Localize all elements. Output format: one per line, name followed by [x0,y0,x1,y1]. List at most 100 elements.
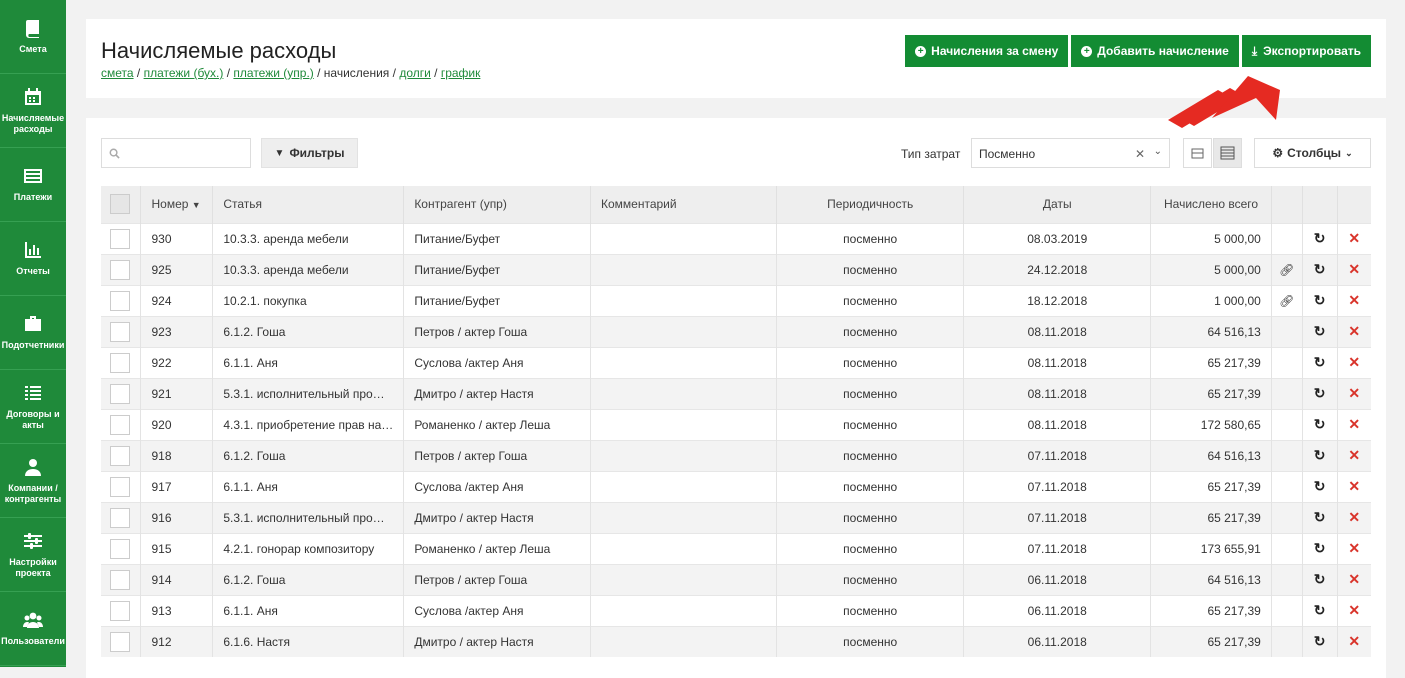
delete-icon[interactable]: ✕ [1348,416,1360,432]
table-row[interactable]: 912 6.1.6. Настя Дмитро / актер Настя посме… [101,625,1371,657]
refresh-icon[interactable]: ↻ [1314,354,1326,370]
col-number[interactable]: Номер ▼ [140,186,214,223]
breadcrumb-payments-buh[interactable]: платежи (бух.) [144,66,224,80]
col-comment[interactable]: Комментарий [590,186,778,223]
row-checkbox[interactable] [110,507,130,528]
breadcrumb-smeta[interactable]: смета [101,66,134,80]
list-view-button[interactable] [1213,138,1242,168]
delete-icon[interactable]: ✕ [1348,478,1360,494]
row-checkbox[interactable] [110,445,130,466]
table-row[interactable]: 917 6.1.1. Аня Суслова /актер Аня посменно 0… [101,470,1371,502]
cell-total: 64 516,13 [1150,563,1272,595]
col-total[interactable]: Начислено всего [1150,186,1272,223]
add-accrual-button[interactable]: + Добавить начисление [1071,35,1239,67]
link-icon[interactable]: 🔗︎ [1279,263,1294,277]
cell-link [1271,594,1303,626]
row-checkbox[interactable] [110,538,130,559]
refresh-icon[interactable]: ↻ [1314,230,1326,246]
cell-article: 6.1.2. Гоша [212,439,405,471]
sidebar-item-5[interactable]: Договоры и акты [0,370,66,444]
sidebar-item-7[interactable]: Настройки проекта [0,518,66,592]
sidebar-item-2[interactable]: Платежи [0,148,66,222]
sidebar-item-1[interactable]: Начисляемые расходы [0,74,66,148]
delete-icon[interactable]: ✕ [1348,602,1360,618]
table-row[interactable]: 922 6.1.1. Аня Суслова /актер Аня посменно 0… [101,346,1371,378]
table-row[interactable]: 920 4.3.1. приобретение прав на… Романенко… [101,408,1371,440]
refresh-icon[interactable]: ↻ [1314,385,1326,401]
col-dates[interactable]: Даты [963,186,1152,223]
select-all-checkbox[interactable] [110,194,130,215]
table-row[interactable]: 924 10.2.1. покупка Питание/Буфет посменно 1… [101,284,1371,316]
col-periodicity[interactable]: Периодичность [776,186,965,223]
refresh-icon[interactable]: ↻ [1314,292,1326,308]
refresh-icon[interactable]: ↻ [1314,571,1326,587]
sidebar-item-3[interactable]: Отчеты [0,222,66,296]
delete-icon[interactable]: ✕ [1348,292,1360,308]
sidebar-item-0[interactable]: Смета [0,0,66,74]
filters-button[interactable]: ▼ Фильтры [261,138,358,168]
delete-icon[interactable]: ✕ [1348,571,1360,587]
clear-icon[interactable]: ✕ [1135,147,1145,161]
row-checkbox[interactable] [110,321,130,342]
refresh-icon[interactable]: ↻ [1314,416,1326,432]
breadcrumb-payments-upr[interactable]: платежи (упр.) [233,66,313,80]
row-checkbox[interactable] [110,352,130,373]
row-checkbox[interactable] [110,383,130,404]
row-select-cell [101,501,142,533]
cell-link: 🔗︎ [1271,253,1303,285]
cost-type-select[interactable]: Посменно ✕ ⌄ [971,138,1170,168]
cell-total: 64 516,13 [1150,315,1272,347]
sidebar-item-8[interactable]: Пользователи [0,592,66,666]
table-row[interactable]: 925 10.3.3. аренда мебели Питание/Буфет пос… [101,253,1371,285]
table-row[interactable]: 923 6.1.2. Гоша Петров / актер Гоша посменн… [101,315,1371,347]
delete-icon[interactable]: ✕ [1348,261,1360,277]
delete-icon[interactable]: ✕ [1348,447,1360,463]
row-checkbox[interactable] [110,569,130,590]
cell-dates: 08.11.2018 [963,346,1152,378]
refresh-icon[interactable]: ↻ [1314,509,1326,525]
refresh-icon[interactable]: ↻ [1314,261,1326,277]
search-input[interactable] [101,138,251,168]
col-article[interactable]: Статья [212,186,405,223]
table-row[interactable]: 921 5.3.1. исполнительный про… Дмитро / ак… [101,377,1371,409]
breadcrumb-schedule[interactable]: график [441,66,481,80]
sidebar-item-4[interactable]: Подотчетники [0,296,66,370]
row-checkbox[interactable] [110,600,130,621]
refresh-icon[interactable]: ↻ [1314,447,1326,463]
table-row[interactable]: 913 6.1.1. Аня Суслова /актер Аня посменно 0… [101,594,1371,626]
shift-accruals-button[interactable]: + Начисления за смену [905,35,1069,67]
col-contractor[interactable]: Контрагент (упр) [403,186,591,223]
refresh-icon[interactable]: ↻ [1314,633,1326,649]
delete-icon[interactable]: ✕ [1348,509,1360,525]
delete-icon[interactable]: ✕ [1348,633,1360,649]
sidebar-item-6[interactable]: Компании / контрагенты [0,444,66,518]
table-row[interactable]: 918 6.1.2. Гоша Петров / актер Гоша посменн… [101,439,1371,471]
delete-icon[interactable]: ✕ [1348,385,1360,401]
link-icon[interactable]: 🔗︎ [1279,294,1294,308]
row-checkbox[interactable] [110,259,130,280]
table-row[interactable]: 930 10.3.3. аренда мебели Питание/Буфет пос… [101,222,1371,254]
breadcrumb-debts[interactable]: долги [399,66,431,80]
refresh-icon[interactable]: ↻ [1314,323,1326,339]
row-checkbox[interactable] [110,631,130,652]
table-row[interactable]: 914 6.1.2. Гоша Петров / актер Гоша посменн… [101,563,1371,595]
delete-icon[interactable]: ✕ [1348,230,1360,246]
row-checkbox[interactable] [110,228,130,249]
table-row[interactable]: 916 5.3.1. исполнительный про… Дмитро / ак… [101,501,1371,533]
columns-button[interactable]: ⚙ Столбцы ⌄ [1254,138,1371,168]
cell-comment [590,346,778,378]
delete-icon[interactable]: ✕ [1348,354,1360,370]
row-checkbox[interactable] [110,476,130,497]
delete-icon[interactable]: ✕ [1348,540,1360,556]
export-button[interactable]: ⤓ Экспортировать [1241,35,1371,67]
compact-view-button[interactable] [1183,138,1212,168]
row-checkbox[interactable] [110,414,130,435]
cell-periodicity: посменно [776,222,965,254]
table-row[interactable]: 915 4.2.1. гонорар композитору Романенко /… [101,532,1371,564]
refresh-icon[interactable]: ↻ [1314,478,1326,494]
refresh-icon[interactable]: ↻ [1314,540,1326,556]
plus-circle-icon: + [915,45,927,57]
row-checkbox[interactable] [110,290,130,311]
delete-icon[interactable]: ✕ [1348,323,1360,339]
refresh-icon[interactable]: ↻ [1314,602,1326,618]
